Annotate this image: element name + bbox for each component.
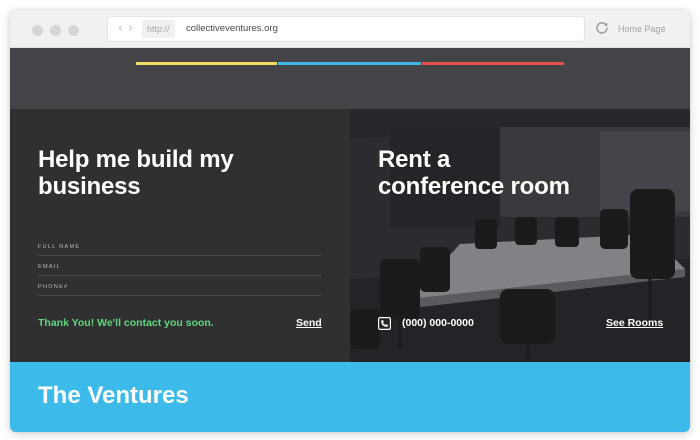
blue-stripe (278, 62, 421, 65)
window-minimize-dot[interactable] (50, 25, 61, 36)
yellow-stripe (136, 62, 277, 65)
window-close-dot[interactable] (32, 25, 43, 36)
email-field[interactable]: EMAIL (38, 256, 321, 276)
conference-room-panel: Rent a conference room (000) 000-0000 Se… (350, 109, 690, 362)
chevron-left-icon[interactable]: ‹ (118, 21, 123, 35)
rent-room-title: Rent a conference room (378, 146, 570, 200)
browser-toolbar: ‹ › http:// collectiveventures.org Home … (10, 10, 690, 48)
full-name-label: FULL NAME (38, 244, 81, 250)
send-button[interactable]: Send (296, 317, 322, 329)
reload-icon[interactable] (595, 21, 609, 35)
chevron-right-icon[interactable]: › (128, 21, 133, 35)
home-page-link[interactable]: Home Page (618, 10, 666, 48)
phone-number[interactable]: (000) 000-0000 (402, 317, 474, 329)
full-name-field[interactable]: FULL NAME (38, 236, 321, 256)
email-label: EMAIL (38, 264, 62, 270)
ventures-title: The Ventures (38, 382, 189, 409)
phone-field[interactable]: PHONE# (38, 276, 321, 296)
success-message: Thank You! We'll contact you soon. (38, 317, 214, 329)
url-protocol: http:// (142, 20, 175, 38)
phone-icon (378, 317, 391, 330)
address-bar[interactable]: ‹ › http:// collectiveventures.org (108, 17, 584, 41)
see-rooms-link[interactable]: See Rooms (606, 317, 663, 329)
window-maximize-dot[interactable] (68, 25, 79, 36)
business-contact-panel: Help me build my business FULL NAME EMAI… (10, 109, 350, 362)
red-stripe (422, 62, 564, 65)
ventures-section: The Ventures (10, 362, 690, 432)
browser-window: ‹ › http:// collectiveventures.org Home … (10, 10, 690, 432)
header-band (10, 48, 690, 109)
website-content: Help me build my business FULL NAME EMAI… (10, 48, 690, 432)
phone-label: PHONE# (38, 284, 69, 290)
url-text[interactable]: collectiveventures.org (186, 17, 278, 41)
business-title: Help me build my business (38, 146, 234, 200)
